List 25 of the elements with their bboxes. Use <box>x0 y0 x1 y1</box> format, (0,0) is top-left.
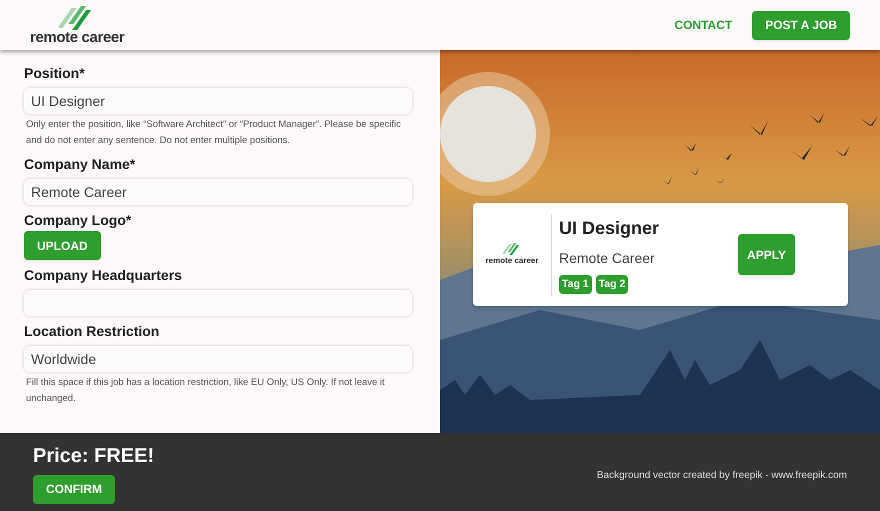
help-text: Fill this space if this job has a location restriction, like EU Only, US Only. If not leave it unchanged. <box>25 376 386 406</box>
upload-button[interactable]: UPLOAD <box>24 231 101 260</box>
apply-button[interactable]: APPLY <box>738 234 795 275</box>
input-field[interactable]: Remote Career <box>24 179 412 205</box>
input-field[interactable] <box>24 290 412 316</box>
contact-link[interactable]: CONTACT <box>666 16 740 34</box>
logo-text: remote career <box>486 254 538 266</box>
price-text: Price: FREE! <box>33 444 154 468</box>
field-label: Location Restriction <box>24 322 160 340</box>
input-field[interactable]: Worldwide <box>24 346 412 372</box>
logo-icon <box>503 242 521 254</box>
tag: Tag 1 <box>559 274 592 294</box>
logo-text: remote career <box>30 30 124 44</box>
confirm-button[interactable]: CONFIRM <box>33 474 115 504</box>
credit-text: Background vector created by freepik - www.freepik.com <box>596 468 847 482</box>
field-label: Position* <box>24 64 86 82</box>
input-field[interactable]: UI Designer <box>24 88 412 114</box>
field-label: Company Name* <box>24 155 136 173</box>
help-text: Only enter the position, like “Software Architect” or “Product Manager”. Please be specific and do not enter any sentence. Do not enter multiple positions. <box>25 118 402 148</box>
post-job-button[interactable]: POST A JOB <box>752 10 850 40</box>
job-title: UI Designer <box>559 216 660 240</box>
company-name: Remote Career <box>559 248 656 268</box>
field-label: Company Logo* <box>24 211 132 229</box>
field-label: Company Headquarters <box>24 266 183 284</box>
tag: Tag 2 <box>596 274 628 294</box>
